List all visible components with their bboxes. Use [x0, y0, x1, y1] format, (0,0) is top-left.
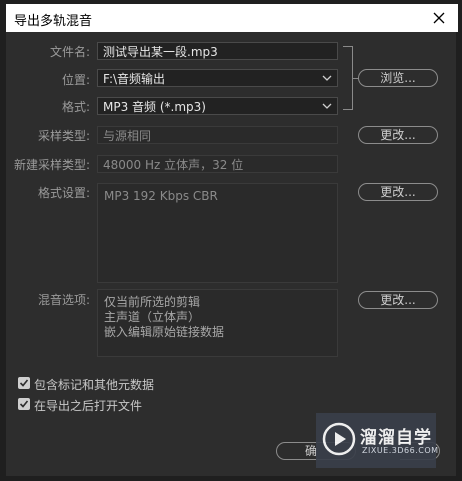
sample-type-label: 采样类型: [37, 129, 90, 143]
browse-button[interactable]: 浏览... [358, 69, 438, 87]
new-sample-type-field: 48000 Hz 立体声，32 位 [97, 155, 338, 173]
check-icon [19, 379, 29, 387]
format-label: 格式: [61, 100, 90, 114]
format-settings-label: 格式设置: [37, 186, 90, 200]
change-mix-button[interactable]: 更改... [358, 291, 438, 309]
dialog-body: 文件名: 测试导出某一段.mp3 位置: F:\音频输出 格式: MP3 音频 … [6, 32, 456, 476]
filename-label: 文件名: [49, 45, 90, 59]
format-settings-area: MP3 192 Kbps CBR [97, 183, 338, 283]
filename-input[interactable]: 测试导出某一段.mp3 [97, 42, 338, 60]
play-logo-icon [322, 422, 356, 456]
chevron-down-icon [321, 98, 333, 114]
close-icon[interactable] [428, 7, 450, 29]
location-value: F:\音频输出 [103, 72, 166, 86]
watermark-subtitle: ZIXUE.3D66.COM [362, 446, 439, 455]
mix-option-line: 嵌入编辑原始链接数据 [104, 325, 225, 339]
change-sample-button[interactable]: 更改... [358, 126, 438, 144]
mix-options-area: 仅当前所选的剪辑 主声道（立体声） 嵌入编辑原始链接数据 [97, 289, 338, 357]
location-label: 位置: [61, 73, 90, 87]
mix-option-line: 仅当前所选的剪辑 [104, 295, 201, 309]
metadata-checkbox[interactable] [18, 377, 30, 389]
dialog-window: 导出多轨混音 文件名: 测试导出某一段.mp3 位置: F:\音频输出 格式: … [0, 0, 462, 481]
mix-option-line: 主声道（立体声） [104, 310, 201, 324]
change-format-button[interactable]: 更改... [358, 183, 438, 201]
location-select[interactable]: F:\音频输出 [97, 69, 338, 87]
open-after-export-label: 在导出之后打开文件 [34, 399, 143, 413]
open-after-export-checkbox[interactable] [18, 398, 30, 410]
sample-type-field: 与源相同 [97, 126, 338, 144]
format-value: MP3 音频 (*.mp3) [103, 100, 206, 114]
check-icon [19, 400, 29, 408]
group-bracket [343, 46, 353, 110]
window-title: 导出多轨混音 [14, 14, 93, 29]
watermark: 溜溜自学 ZIXUE.3D66.COM [316, 413, 439, 468]
format-select[interactable]: MP3 音频 (*.mp3) [97, 97, 338, 115]
chevron-down-icon [321, 70, 333, 86]
mix-options-label: 混音选项: [37, 293, 90, 307]
new-sample-type-label: 新建采样类型: [13, 158, 90, 172]
watermark-title: 溜溜自学 [360, 428, 432, 448]
title-bar: 导出多轨混音 [6, 4, 458, 32]
metadata-checkbox-label: 包含标记和其他元数据 [34, 378, 155, 392]
